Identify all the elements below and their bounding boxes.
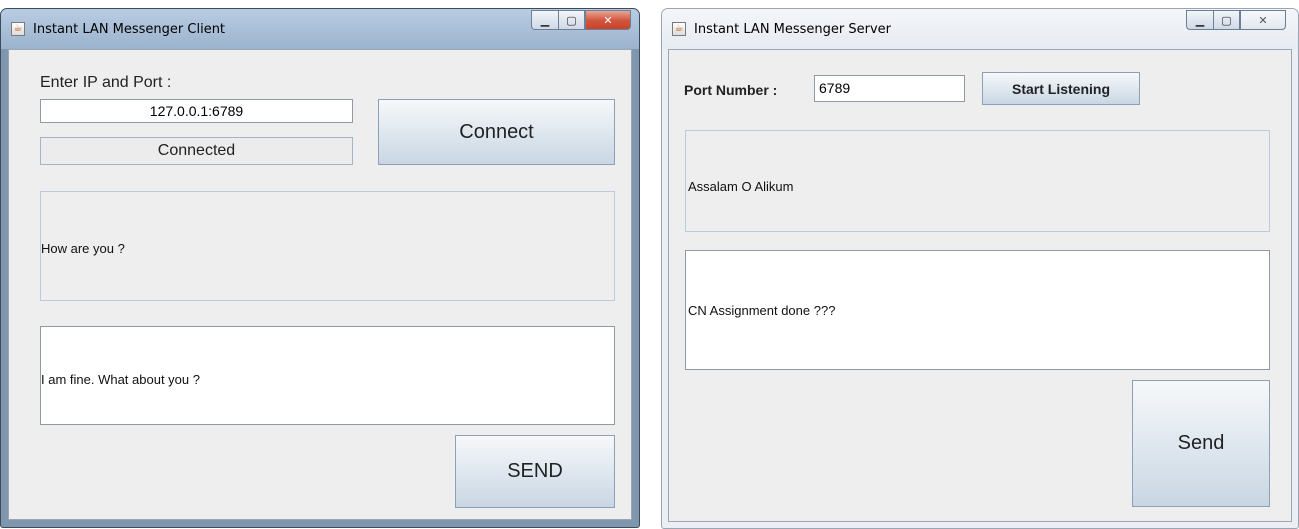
close-icon[interactable]: ✕ [1240,10,1286,30]
send-button[interactable]: Send [1132,380,1270,507]
server-content: Port Number : 6789 Start Listening Assal… [668,49,1292,522]
client-content: Enter IP and Port : 127.0.0.1:6789 Conne… [8,49,632,520]
connection-status: Connected [40,137,353,165]
server-window-title: Instant LAN Messenger Server [694,22,892,37]
minimize-icon[interactable]: ▁ [1186,10,1213,30]
ip-port-label: Enter IP and Port : [40,74,172,91]
java-app-icon[interactable]: ☕ [672,22,686,36]
minimize-icon[interactable]: ▁ [531,10,558,30]
maximize-icon[interactable]: ▢ [558,10,585,30]
server-window: ☕ Instant LAN Messenger Server ▁ ▢ ✕ Por… [661,8,1299,529]
connect-button[interactable]: Connect [378,99,615,165]
received-message-panel: Assalam O Alikum [685,130,1270,232]
start-listening-button[interactable]: Start Listening [982,72,1140,105]
client-window: ☕ Instant LAN Messenger Client ▁ ▢ ✕ Ent… [0,8,640,528]
server-window-controls: ▁ ▢ ✕ [1186,10,1286,32]
client-titlebar[interactable]: ☕ Instant LAN Messenger Client ▁ ▢ ✕ [1,9,639,49]
outgoing-message-text: I am fine. What about you ? [41,372,200,387]
java-app-icon[interactable]: ☕ [11,22,25,36]
outgoing-message-text: CN Assignment done ??? [688,303,836,318]
ip-port-input[interactable]: 127.0.0.1:6789 [40,99,353,123]
port-number-input[interactable]: 6789 [814,75,965,102]
received-message-text: Assalam O Alikum [688,179,794,194]
received-message-text: How are you ? [41,241,125,256]
port-number-label: Port Number : [684,82,778,98]
outgoing-message-input[interactable]: I am fine. What about you ? [40,326,615,425]
outgoing-message-input[interactable]: CN Assignment done ??? [685,250,1270,370]
client-window-controls: ▁ ▢ ✕ [531,10,631,32]
send-button[interactable]: SEND [455,435,615,508]
client-window-title: Instant LAN Messenger Client [33,22,226,37]
server-titlebar[interactable]: ☕ Instant LAN Messenger Server ▁ ▢ ✕ [662,9,1298,49]
close-icon[interactable]: ✕ [585,10,631,30]
received-message-panel: How are you ? [40,191,615,301]
maximize-icon[interactable]: ▢ [1213,10,1240,30]
